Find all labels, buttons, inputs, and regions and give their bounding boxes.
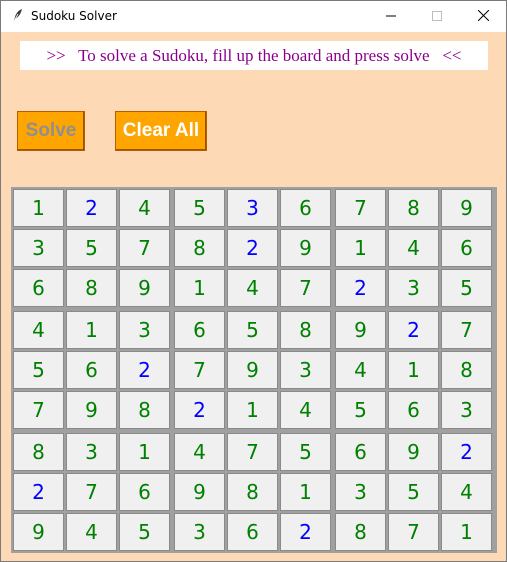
cell-r8-c9[interactable]: 4 [441,473,492,511]
maximize-button[interactable] [414,1,460,32]
cell-r2-c6[interactable]: 9 [280,229,331,267]
cell-r1-c5[interactable]: 3 [227,189,278,227]
cell-r4-c7[interactable]: 9 [335,311,386,349]
cell-r3-c4[interactable]: 1 [174,269,225,307]
cell-r8-c6[interactable]: 1 [280,473,331,511]
cell-r5-c2[interactable]: 6 [66,351,117,389]
cell-r9-c9[interactable]: 1 [441,513,492,551]
cell-r5-c8[interactable]: 1 [388,351,439,389]
cell-r7-c1[interactable]: 8 [13,433,64,471]
cell-r7-c4[interactable]: 4 [174,433,225,471]
cell-r1-c1[interactable]: 1 [13,189,64,227]
cell-r6-c2[interactable]: 9 [66,391,117,429]
cell-r3-c9[interactable]: 5 [441,269,492,307]
cell-r2-c4[interactable]: 8 [174,229,225,267]
cell-r1-c8[interactable]: 8 [388,189,439,227]
cell-r2-c3[interactable]: 7 [119,229,170,267]
cell-r3-c1[interactable]: 6 [13,269,64,307]
cell-r6-c3[interactable]: 8 [119,391,170,429]
clear-all-button[interactable]: Clear All [115,111,207,151]
cell-r6-c7[interactable]: 5 [335,391,386,429]
cell-r1-c6[interactable]: 6 [280,189,331,227]
cell-r8-c3[interactable]: 6 [119,473,170,511]
cell-r2-c8[interactable]: 4 [388,229,439,267]
cell-r9-c5[interactable]: 6 [227,513,278,551]
cell-r1-c2[interactable]: 2 [66,189,117,227]
cell-r5-c9[interactable]: 8 [441,351,492,389]
cell-r9-c1[interactable]: 9 [13,513,64,551]
cell-r6-c4[interactable]: 2 [174,391,225,429]
cell-r1-c3[interactable]: 4 [119,189,170,227]
cell-r4-c4[interactable]: 6 [174,311,225,349]
cell-r2-c2[interactable]: 5 [66,229,117,267]
cell-r4-c8[interactable]: 2 [388,311,439,349]
sudoku-board: 1245367893578291466891472354136589275627… [11,187,497,553]
cell-r3-c6[interactable]: 7 [280,269,331,307]
cell-r9-c8[interactable]: 7 [388,513,439,551]
cell-r9-c7[interactable]: 8 [335,513,386,551]
cell-r2-c9[interactable]: 6 [441,229,492,267]
cell-r4-c3[interactable]: 3 [119,311,170,349]
cell-r3-c7[interactable]: 2 [335,269,386,307]
close-icon [477,8,489,26]
cell-r7-c8[interactable]: 9 [388,433,439,471]
cell-r2-c7[interactable]: 1 [335,229,386,267]
minimize-button[interactable] [368,1,414,32]
cell-r2-c1[interactable]: 3 [13,229,64,267]
minimize-icon [386,8,396,26]
cell-r3-c8[interactable]: 3 [388,269,439,307]
cell-r6-c8[interactable]: 6 [388,391,439,429]
cell-r4-c5[interactable]: 5 [227,311,278,349]
close-button[interactable] [460,1,506,32]
cell-r9-c4[interactable]: 3 [174,513,225,551]
cell-r6-c9[interactable]: 3 [441,391,492,429]
cell-r3-c2[interactable]: 8 [66,269,117,307]
cell-r9-c2[interactable]: 4 [66,513,117,551]
maximize-icon [432,8,442,26]
cell-r5-c6[interactable]: 3 [280,351,331,389]
cell-r8-c2[interactable]: 7 [66,473,117,511]
cell-r5-c4[interactable]: 7 [174,351,225,389]
cell-r7-c5[interactable]: 7 [227,433,278,471]
cell-r7-c2[interactable]: 3 [66,433,117,471]
cell-r6-c1[interactable]: 7 [13,391,64,429]
cell-r6-c5[interactable]: 1 [227,391,278,429]
cell-r1-c4[interactable]: 5 [174,189,225,227]
cell-r2-c5[interactable]: 2 [227,229,278,267]
cell-r9-c6[interactable]: 2 [280,513,331,551]
cell-r3-c3[interactable]: 9 [119,269,170,307]
cell-r4-c9[interactable]: 7 [441,311,492,349]
cell-r4-c6[interactable]: 8 [280,311,331,349]
cell-r5-c3[interactable]: 2 [119,351,170,389]
cell-r8-c1[interactable]: 2 [13,473,64,511]
cell-r8-c7[interactable]: 3 [335,473,386,511]
cell-r7-c3[interactable]: 1 [119,433,170,471]
cell-r5-c1[interactable]: 5 [13,351,64,389]
window-title: Sudoku Solver [31,9,117,23]
cell-r7-c9[interactable]: 2 [441,433,492,471]
cell-r3-c5[interactable]: 4 [227,269,278,307]
title-bar[interactable]: Sudoku Solver [1,1,506,32]
cell-r9-c3[interactable]: 5 [119,513,170,551]
cell-r4-c2[interactable]: 1 [66,311,117,349]
cell-r1-c9[interactable]: 9 [441,189,492,227]
cell-r5-c7[interactable]: 4 [335,351,386,389]
cell-r8-c8[interactable]: 5 [388,473,439,511]
cell-r8-c4[interactable]: 9 [174,473,225,511]
app-window: Sudoku Solver >> To solve a Sudoku, fill… [0,0,507,562]
solve-button[interactable]: Solve [17,111,85,151]
cell-r1-c7[interactable]: 7 [335,189,386,227]
feather-icon [9,8,25,24]
cell-r7-c7[interactable]: 6 [335,433,386,471]
instruction-text: >> To solve a Sudoku, fill up the board … [46,46,462,65]
cell-r6-c6[interactable]: 4 [280,391,331,429]
cell-r7-c6[interactable]: 5 [280,433,331,471]
cell-r8-c5[interactable]: 8 [227,473,278,511]
cell-r4-c1[interactable]: 4 [13,311,64,349]
instruction-banner: >> To solve a Sudoku, fill up the board … [20,41,488,70]
cell-r5-c5[interactable]: 9 [227,351,278,389]
